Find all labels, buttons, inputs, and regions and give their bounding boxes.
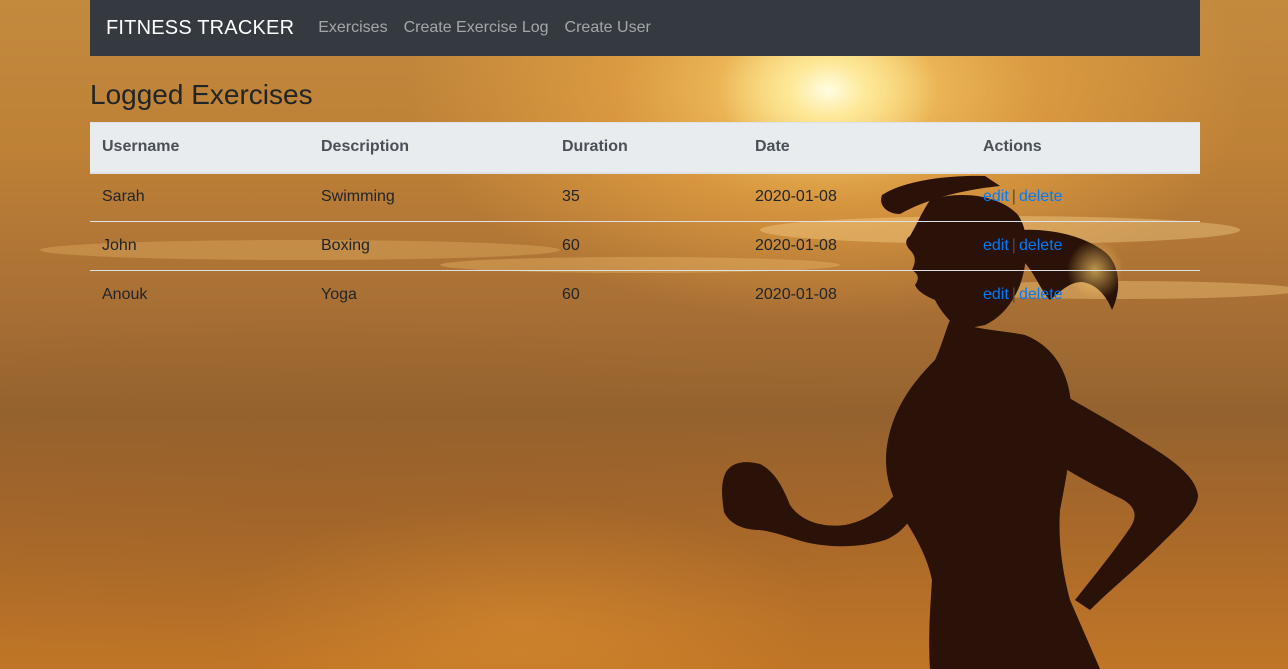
cell-username: Anouk — [90, 270, 309, 320]
edit-link[interactable]: edit — [983, 237, 1009, 254]
cell-description: Boxing — [309, 221, 550, 271]
column-header-username: Username — [90, 122, 309, 174]
page-title: Logged Exercises — [90, 79, 313, 110]
column-header-date: Date — [743, 122, 971, 174]
exercises-table: Username Description Duration Date Actio… — [90, 122, 1200, 320]
cell-duration: 60 — [550, 221, 743, 271]
delete-link[interactable]: delete — [1019, 237, 1063, 254]
table-row: Anouk Yoga 60 2020-01-08 edit | delete — [90, 270, 1200, 320]
delete-link[interactable]: delete — [1019, 188, 1063, 205]
action-separator: | — [1011, 188, 1016, 206]
nav-link-create-user[interactable]: Create User — [565, 19, 651, 37]
cell-description: Swimming — [321, 188, 395, 206]
cell-date: 2020-01-08 — [755, 188, 837, 206]
cell-duration: 60 — [550, 270, 743, 320]
table-header-row: Username Description Duration Date Actio… — [90, 122, 1200, 174]
column-header-duration: Duration — [550, 122, 743, 174]
edit-link[interactable]: edit — [983, 188, 1009, 205]
table-body: Sarah Swimming 35 2020-01-08 edit | delete… — [90, 173, 1200, 320]
cell-actions: edit | delete — [971, 270, 1200, 320]
cell-date: 2020-01-08 — [743, 270, 971, 320]
cell-username: Sarah — [102, 188, 145, 206]
cell-actions: edit | delete — [971, 173, 1200, 222]
top-navbar: FITNESS TRACKER Exercises Create Exercis… — [90, 0, 1200, 56]
cell-date: 2020-01-08 — [743, 221, 971, 271]
cell-actions: edit | delete — [971, 221, 1200, 271]
nav-link-create-exercise-log[interactable]: Create Exercise Log — [404, 19, 549, 37]
edit-link[interactable]: edit — [983, 286, 1009, 303]
nav-link-exercises[interactable]: Exercises — [318, 19, 387, 37]
action-separator: | — [1011, 286, 1016, 304]
table-row: John Boxing 60 2020-01-08 edit | delete — [90, 221, 1200, 271]
column-header-actions: Actions — [971, 122, 1200, 174]
column-header-description: Description — [309, 122, 550, 174]
cell-username: John — [90, 221, 309, 271]
action-separator: | — [1011, 237, 1016, 254]
cell-duration: 35 — [562, 188, 580, 206]
cell-description: Yoga — [309, 270, 550, 320]
table-header: Username Description Duration Date Actio… — [90, 122, 1200, 174]
brand-link[interactable]: FITNESS TRACKER — [106, 17, 294, 40]
delete-link[interactable]: delete — [1019, 286, 1063, 303]
table-row: Sarah Swimming 35 2020-01-08 edit | delete — [90, 173, 1200, 222]
